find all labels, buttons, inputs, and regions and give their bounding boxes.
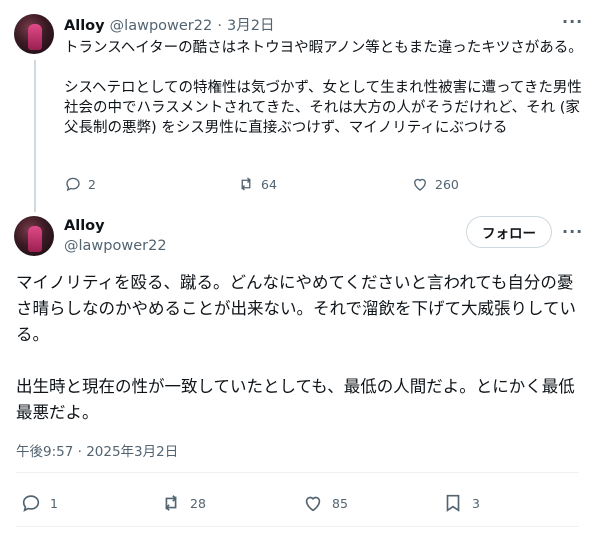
reply-icon [22, 495, 40, 512]
more-options-button[interactable]: ··· [562, 222, 583, 241]
repost-button[interactable]: 64 [237, 175, 277, 193]
divider [16, 472, 579, 473]
like-button[interactable]: 85 [302, 492, 348, 514]
tweet-text: トランスヘイターの酷さはネトウヨや暇アノン等ともまた違ったキツさがある。 シスヘ… [64, 40, 583, 136]
tweet-header: Alloy @lawpower22 · 3月2日 [64, 14, 274, 35]
like-button[interactable]: 260 [411, 175, 459, 193]
bookmark-button[interactable]: 3 [442, 492, 480, 514]
tweet-text: マイノリティを殴る、蹴る。どんなにやめてくださいと言われても自分の憂さ晴らしなの… [16, 273, 577, 422]
repost-count: 28 [190, 495, 206, 511]
reply-icon [66, 177, 80, 192]
display-name[interactable]: Alloy [64, 218, 105, 234]
divider [16, 526, 579, 527]
display-name[interactable]: Alloy [64, 18, 105, 34]
reply-button[interactable]: 1 [20, 492, 58, 514]
handle[interactable]: @lawpower22 [64, 238, 167, 254]
avatar[interactable] [14, 216, 54, 256]
repost-icon [165, 495, 177, 511]
thread-connector-line [34, 60, 36, 212]
like-count: 85 [332, 495, 348, 511]
separator: · [217, 18, 222, 34]
reply-button[interactable]: 2 [64, 175, 96, 193]
handle[interactable]: @lawpower22 [110, 18, 213, 34]
more-options-button[interactable]: ··· [562, 12, 583, 31]
tweet-timestamp[interactable]: 午後9:57 · 2025年3月2日 [16, 440, 178, 460]
tweet-date[interactable]: 3月2日 [227, 18, 274, 34]
reply-count: 2 [88, 176, 96, 192]
like-count: 260 [435, 176, 459, 192]
avatar[interactable] [14, 14, 54, 54]
repost-count: 64 [261, 176, 277, 192]
bookmark-count: 3 [472, 495, 480, 511]
bookmark-icon [446, 494, 460, 512]
follow-button[interactable]: フォロー [466, 216, 552, 248]
reply-count: 1 [50, 495, 58, 511]
heart-icon [414, 178, 426, 191]
heart-icon [305, 496, 321, 512]
repost-button[interactable]: 28 [160, 492, 206, 514]
repost-icon [241, 177, 251, 191]
